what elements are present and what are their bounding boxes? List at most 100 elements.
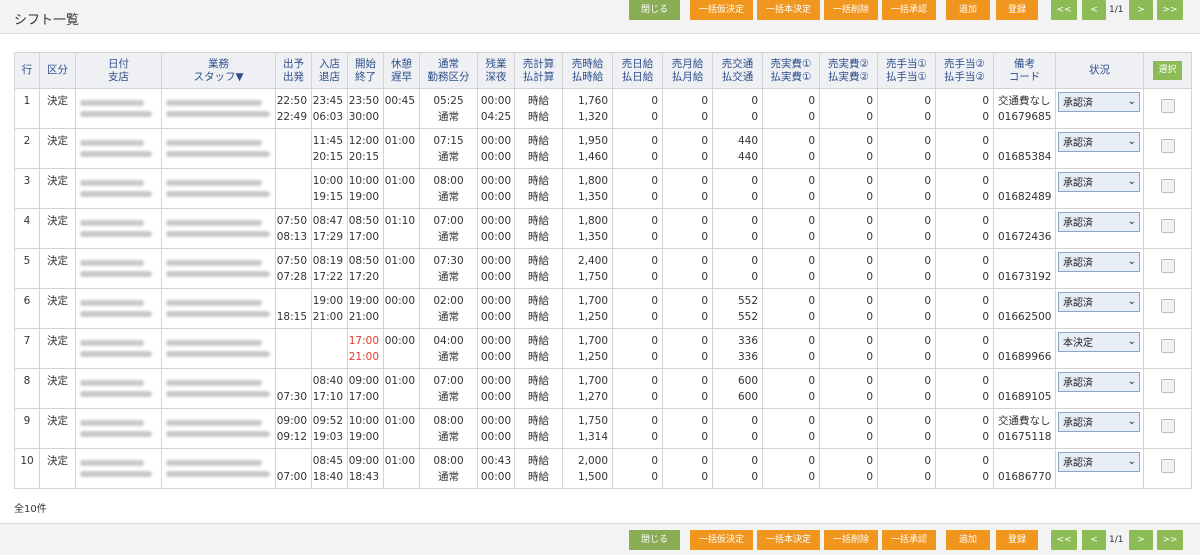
bulk-approve-button[interactable]: 一括承認 <box>882 530 936 550</box>
in-out-cell: 10:00 19:15 <box>311 168 348 209</box>
overtime-cell: 00:00 00:00 <box>477 208 515 249</box>
allowance2-cell-value: 0 <box>982 134 989 147</box>
transport-cell-value: 0 <box>751 414 758 427</box>
break-cell: 00:00 <box>383 328 420 369</box>
calc-type-cell: 時給 時給 <box>514 88 563 129</box>
table-row[interactable]: 9 決定 09:00 09:12 09:52 19:03 10:00 19:00 01:00 08… <box>14 408 1192 449</box>
calc-type-cell-value: 時給 <box>528 294 549 307</box>
status-select-value: 承認済 <box>1063 418 1093 429</box>
first-page-button[interactable]: << <box>1051 530 1077 550</box>
table-row[interactable]: 6 決定 18:15 19:00 21:00 19:00 21:00 00:00 02:00 通常… <box>14 288 1192 329</box>
select-column-header: 選択 <box>1143 52 1192 89</box>
bulk-approve-button[interactable]: 一括承認 <box>882 0 936 20</box>
status-select[interactable]: 承認済 ⌄ <box>1058 212 1140 232</box>
table-row[interactable]: 7 決定 17:00 21:00 00:00 04:00 通常 00:00 00:00 時給 時給 1… <box>14 328 1192 369</box>
row-select-checkbox[interactable] <box>1160 299 1175 313</box>
next-page-button[interactable]: > <box>1129 0 1153 20</box>
in-out-cell: 11:45 20:15 <box>311 128 348 169</box>
status-select[interactable]: 承認済 ⌄ <box>1058 372 1140 392</box>
column-header-label: 深夜 <box>485 70 507 83</box>
status-select[interactable]: 承認済 ⌄ <box>1058 452 1140 472</box>
status-select[interactable]: 承認済 ⌄ <box>1058 92 1140 112</box>
departure-cell-value: 22:50 <box>276 94 307 107</box>
start-end-cell-value: 09:00 <box>348 374 379 387</box>
status-select[interactable]: 本決定 ⌄ <box>1058 332 1140 352</box>
row-select-checkbox[interactable] <box>1160 219 1175 233</box>
transport-cell-value: 336 <box>737 334 758 347</box>
monthly-wage-cell-value: 0 <box>701 350 708 363</box>
category-cell: 決定 <box>39 248 76 289</box>
row-select-checkbox[interactable] <box>1160 139 1175 153</box>
departure-cell-value <box>276 189 307 205</box>
row-select-checkbox[interactable] <box>1160 419 1175 433</box>
next-page-button[interactable]: > <box>1129 530 1153 550</box>
prev-page-button[interactable]: < <box>1082 530 1106 550</box>
start-end-cell-value: 19:00 <box>348 430 379 443</box>
register-button[interactable]: 登録 <box>996 0 1038 20</box>
table-row[interactable]: 10 決定 07:00 08:45 18:40 09:00 18:43 01:00 08:00 通… <box>14 448 1192 489</box>
status-select[interactable]: 承認済 ⌄ <box>1058 292 1140 312</box>
calc-type-cell-value: 時給 <box>528 94 549 107</box>
select-all-button[interactable]: 選択 <box>1153 61 1182 80</box>
row-select-checkbox[interactable] <box>1160 459 1175 473</box>
row-select-checkbox[interactable] <box>1160 339 1175 353</box>
allowance2-cell: 00 <box>935 88 994 129</box>
row-number: 9 <box>14 408 40 449</box>
calc-type-cell: 時給 時給 <box>514 128 563 169</box>
normal-hours-cell-value: 通常 <box>438 110 459 123</box>
allowance1-cell-value: 0 <box>924 454 931 467</box>
table-row[interactable]: 2 決定 11:45 20:15 12:00 20:15 01:00 07:15 通常 00:00… <box>14 128 1192 169</box>
redacted-text <box>166 300 263 306</box>
table-row[interactable]: 8 決定 07:30 08:40 17:10 09:00 17:00 01:00 07:00 通常… <box>14 368 1192 409</box>
add-button[interactable]: 追加 <box>946 530 990 550</box>
bulk-final-button[interactable]: 一括本決定 <box>757 0 820 20</box>
close-button[interactable]: 閉じる <box>629 530 680 550</box>
row-select-checkbox[interactable] <box>1160 179 1175 193</box>
row-select-checkbox[interactable] <box>1160 259 1175 273</box>
note-code-cell-value: 01675118 <box>998 430 1052 443</box>
bulk-delete-button[interactable]: 一括削除 <box>824 530 878 550</box>
hourly-wage-cell: 1,700 1,250 <box>562 288 613 329</box>
expense2-cell: 00 <box>819 328 878 369</box>
chevron-down-icon: ⌄ <box>1127 176 1136 187</box>
column-header[interactable]: 業務 スタッフ▼ <box>161 52 276 89</box>
note-code-cell-value: 01673192 <box>998 270 1052 283</box>
row-select-checkbox[interactable] <box>1160 99 1175 113</box>
first-page-button[interactable]: << <box>1051 0 1077 20</box>
table-row[interactable]: 3 決定 10:00 19:15 10:00 19:00 01:00 08:00 通常 00:00… <box>14 168 1192 209</box>
allowance2-cell-value: 0 <box>982 270 989 283</box>
expense1-cell-value: 0 <box>808 470 815 483</box>
status-select[interactable]: 承認済 ⌄ <box>1058 412 1140 432</box>
column-header-label: 払日給 <box>621 70 654 83</box>
date-branch-cell <box>75 168 162 209</box>
close-button[interactable]: 閉じる <box>629 0 680 20</box>
monthly-wage-cell-value: 0 <box>701 470 708 483</box>
departure-cell-value <box>276 453 307 469</box>
redacted-text <box>80 140 144 146</box>
bulk-delete-button[interactable]: 一括削除 <box>824 0 878 20</box>
last-page-button[interactable]: >> <box>1157 0 1183 20</box>
overtime-cell: 00:43 00:00 <box>477 448 515 489</box>
column-header: 通常 勤務区分 <box>419 52 478 89</box>
bulk-provisional-button[interactable]: 一括仮決定 <box>690 530 753 550</box>
status-select[interactable]: 承認済 ⌄ <box>1058 172 1140 192</box>
status-select[interactable]: 承認済 ⌄ <box>1058 252 1140 272</box>
hourly-wage-cell-value: 1,350 <box>577 230 608 243</box>
bulk-final-button[interactable]: 一括本決定 <box>757 530 820 550</box>
status-select[interactable]: 承認済 ⌄ <box>1058 132 1140 152</box>
table-row[interactable]: 5 決定 07:50 07:28 08:19 17:22 08:50 17:20 01:00 07… <box>14 248 1192 289</box>
redacted-text <box>80 100 144 106</box>
monthly-wage-cell-value: 0 <box>701 454 708 467</box>
hourly-wage-cell: 1,700 1,270 <box>562 368 613 409</box>
table-row[interactable]: 1 決定 22:50 22:49 23:45 06:03 23:50 30:00 00:45 05… <box>14 88 1192 129</box>
bulk-provisional-button[interactable]: 一括仮決定 <box>690 0 753 20</box>
expense1-cell: 00 <box>762 208 820 249</box>
start-end-cell: 23:50 30:00 <box>347 88 384 129</box>
prev-page-button[interactable]: < <box>1082 0 1106 20</box>
expense1-cell-value: 0 <box>808 294 815 307</box>
table-row[interactable]: 4 決定 07:50 08:13 08:47 17:29 08:50 17:00 01:10 07… <box>14 208 1192 249</box>
register-button[interactable]: 登録 <box>996 530 1038 550</box>
row-select-checkbox[interactable] <box>1160 379 1175 393</box>
last-page-button[interactable]: >> <box>1157 530 1183 550</box>
add-button[interactable]: 追加 <box>946 0 990 20</box>
